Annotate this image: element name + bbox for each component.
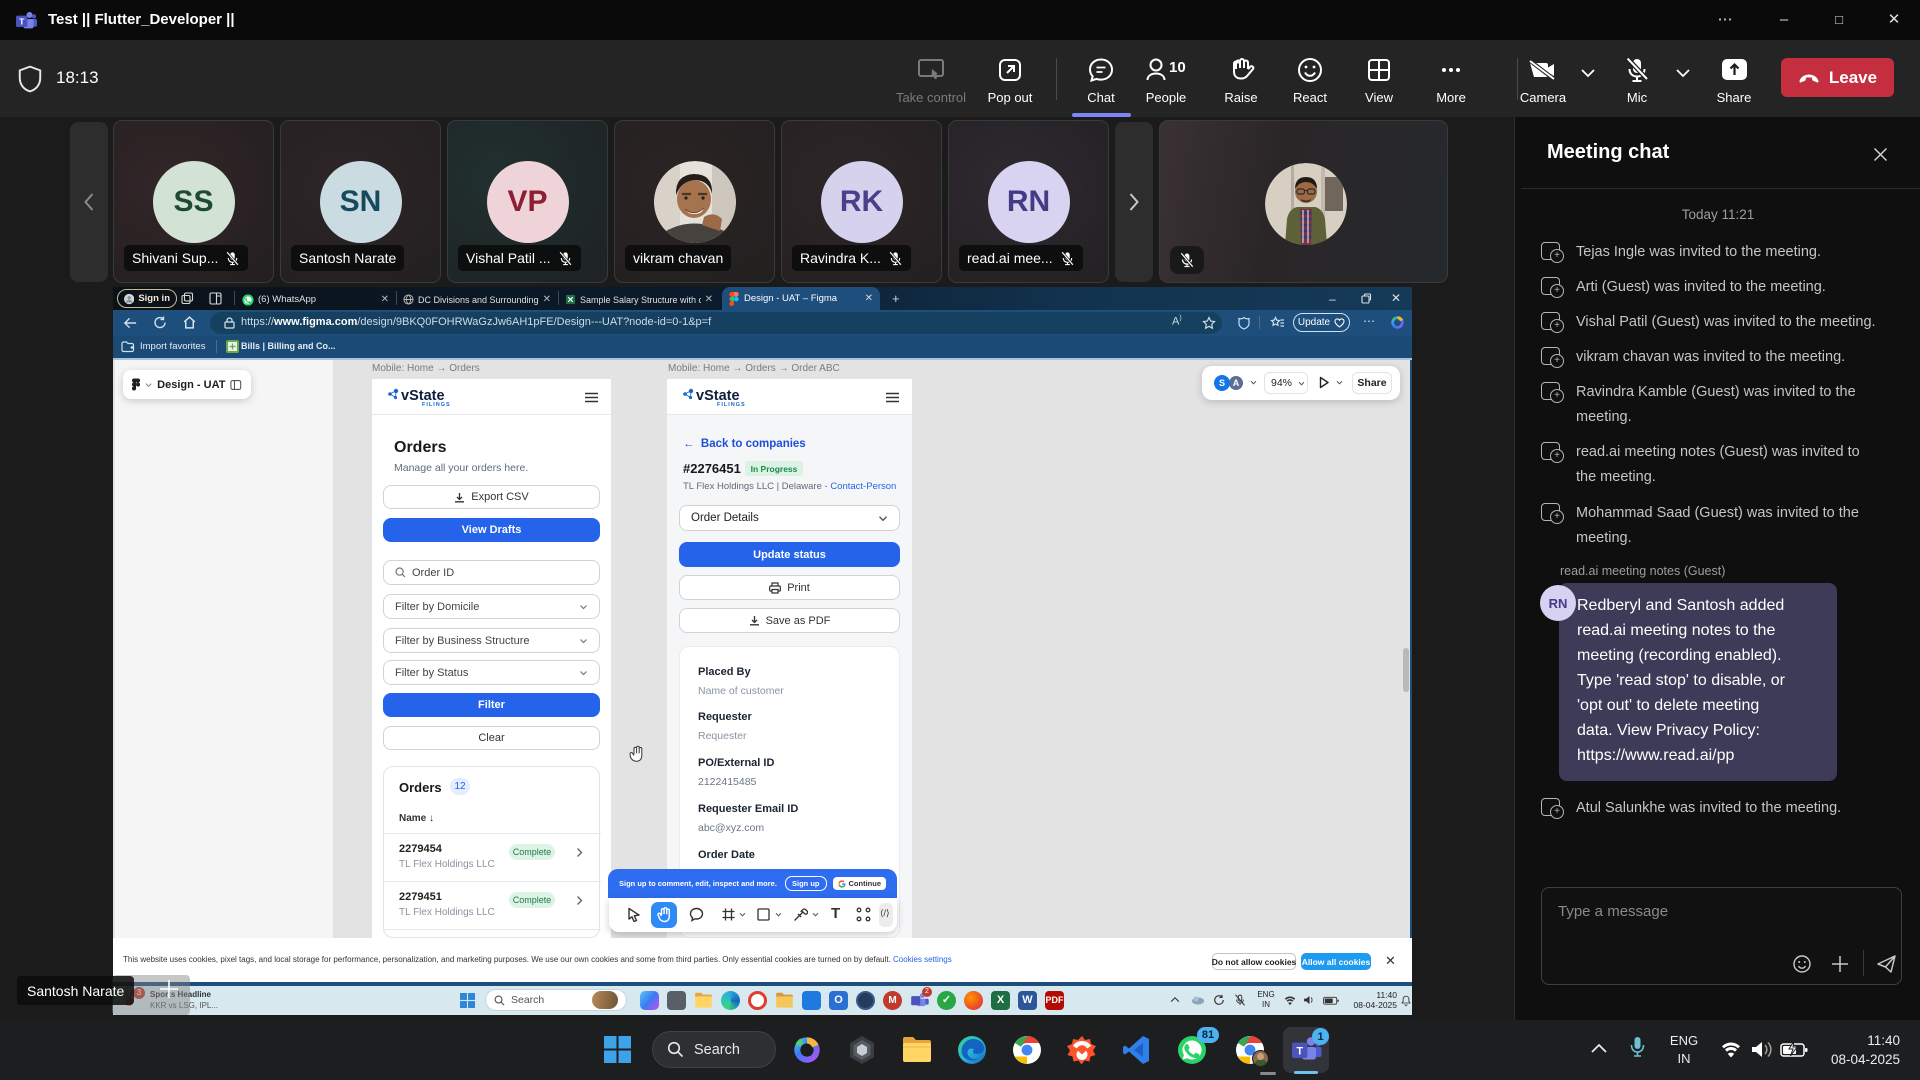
svg-text:T: T xyxy=(1296,1045,1303,1057)
svg-text:10: 10 xyxy=(1169,59,1186,76)
svg-text:FILINGS: FILINGS xyxy=(717,402,746,408)
svg-text:T: T xyxy=(19,17,25,27)
svg-text:FILINGS: FILINGS xyxy=(422,402,451,408)
